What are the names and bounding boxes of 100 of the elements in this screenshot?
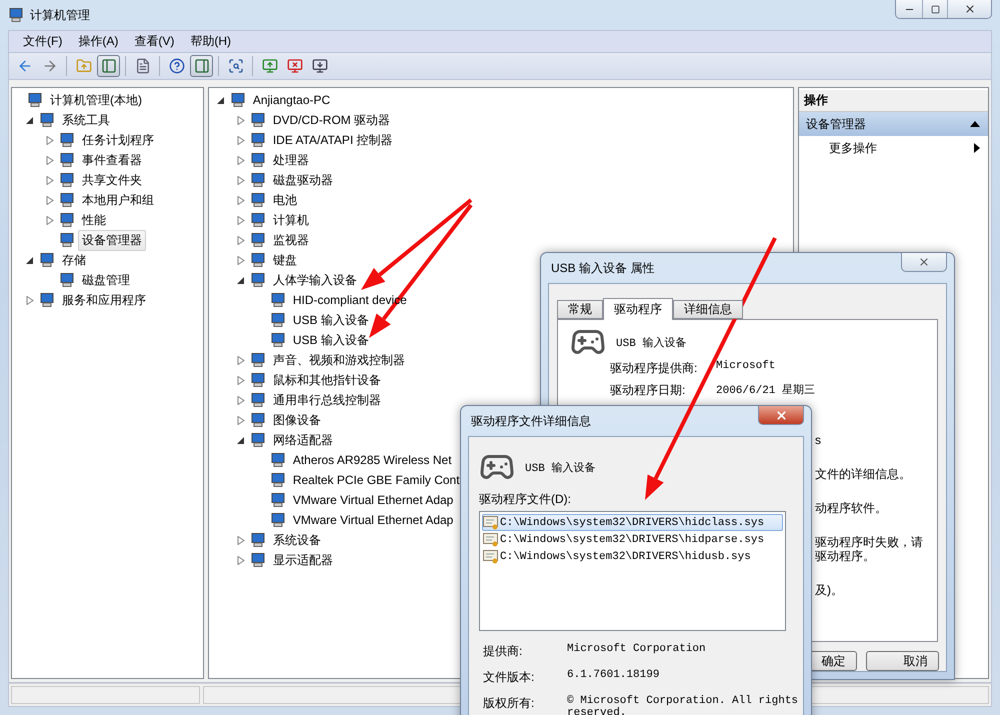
tree-item[interactable]: 磁盘管理: [78, 270, 134, 290]
tree-item[interactable]: 电池: [268, 190, 301, 210]
tree-item[interactable]: 系统工具: [58, 110, 114, 130]
tab[interactable]: 常规: [557, 300, 603, 320]
file-list[interactable]: C:\Windows\system32\DRIVERS\hidclass.sys C:\Windows\system32\DRIVERS\hidparse.sys C:\Windows\system32\DRIVERS\hidusb.sys: [479, 511, 786, 631]
collapsed-triangle-icon[interactable]: [236, 556, 245, 564]
tree-item[interactable]: 计算机管理(本地): [46, 90, 146, 110]
tree-item[interactable]: 服务和应用程序: [58, 290, 150, 310]
expanded-triangle-icon[interactable]: [216, 96, 225, 104]
monitor-up-arrow-icon: [262, 58, 278, 74]
collapsed-triangle-icon[interactable]: [236, 256, 245, 264]
tree-item[interactable]: 计算机: [268, 210, 313, 230]
console-tree-button[interactable]: [97, 55, 120, 77]
tree-item[interactable]: VMware Virtual Ethernet Adap: [288, 491, 458, 509]
collapsed-triangle-icon[interactable]: [46, 216, 54, 224]
tree-item[interactable]: 设备管理器: [78, 230, 146, 250]
file-row[interactable]: C:\Windows\system32\DRIVERS\hidparse.sys: [482, 531, 783, 548]
field-value: Microsoft: [716, 360, 776, 374]
computer-icon: [39, 252, 55, 268]
collapsed-triangle-icon[interactable]: [236, 416, 245, 424]
dialog-title: 驱动程序文件详细信息: [471, 412, 591, 430]
computer-icon: [250, 192, 266, 208]
computer-icon: [250, 372, 266, 388]
tree-item[interactable]: 监视器: [268, 230, 313, 250]
tree-item[interactable]: Realtek PCIe GBE Family Cont: [288, 471, 464, 489]
tree-item[interactable]: 鼠标和其他指针设备: [268, 370, 385, 390]
collapsed-triangle-icon[interactable]: [236, 116, 245, 124]
tree-item[interactable]: USB 输入设备: [288, 330, 373, 350]
action-item[interactable]: 更多操作: [799, 136, 988, 160]
computer-icon: [270, 332, 286, 348]
submenu-arrow-icon: [974, 143, 980, 153]
computer-icon: [270, 452, 286, 468]
tree-item[interactable]: 任务计划程序: [78, 130, 158, 150]
actions-section[interactable]: 设备管理器: [799, 112, 988, 136]
tree-item[interactable]: 键盘: [268, 250, 301, 270]
collapsed-triangle-icon[interactable]: [236, 236, 245, 244]
description-text: 驱动程序。: [815, 549, 876, 564]
tree-item[interactable]: Anjiangtao-PC: [248, 91, 334, 109]
tree-item[interactable]: 处理器: [268, 150, 313, 170]
expanded-triangle-icon[interactable]: [236, 436, 245, 444]
computer-icon: [250, 232, 266, 248]
collapsed-triangle-icon[interactable]: [46, 176, 54, 184]
menu-item[interactable]: 查看(V): [126, 33, 182, 50]
tree-item[interactable]: 网络适配器: [268, 430, 337, 450]
collapsed-triangle-icon[interactable]: [236, 376, 245, 384]
file-row[interactable]: C:\Windows\system32\DRIVERS\hidusb.sys: [482, 548, 783, 565]
collapsed-triangle-icon[interactable]: [236, 156, 245, 164]
tree-item[interactable]: 存储: [58, 250, 90, 270]
description-text: 动程序软件。: [815, 501, 888, 516]
maximize-button[interactable]: [922, 0, 947, 18]
tree-item[interactable]: IDE ATA/ATAPI 控制器: [268, 130, 397, 150]
tree-item[interactable]: 显示适配器: [268, 550, 337, 570]
collapsed-triangle-icon[interactable]: [46, 136, 54, 144]
expanded-triangle-icon[interactable]: [236, 276, 245, 284]
monitor-cross-icon: [286, 58, 302, 74]
menu-item[interactable]: 帮助(H): [182, 33, 239, 50]
close-button[interactable]: [901, 253, 947, 272]
dialog-button[interactable]: 取消: [866, 651, 939, 671]
tree-item[interactable]: USB 输入设备: [288, 310, 373, 330]
menu-item[interactable]: 文件(F): [15, 33, 70, 50]
expanded-triangle-icon[interactable]: [26, 256, 34, 264]
file-path: C:\Windows\system32\DRIVERS\hidusb.sys: [500, 550, 751, 562]
tree-item[interactable]: 磁盘驱动器: [268, 170, 337, 190]
computer-icon: [250, 152, 266, 168]
computer-icon: [230, 92, 246, 108]
menu-item[interactable]: 操作(A): [70, 33, 126, 50]
tree-item[interactable]: 声音、视频和游戏控制器: [268, 350, 409, 370]
collapsed-triangle-icon[interactable]: [236, 196, 245, 204]
tree-item[interactable]: 性能: [78, 210, 110, 230]
tree-item[interactable]: VMware Virtual Ethernet Adap: [288, 511, 458, 529]
collapsed-triangle-icon[interactable]: [26, 296, 34, 304]
collapsed-triangle-icon[interactable]: [46, 156, 54, 164]
tree-item[interactable]: 通用串行总线控制器: [268, 390, 385, 410]
tree-item[interactable]: DVD/CD-ROM 驱动器: [268, 110, 394, 130]
close-button[interactable]: [758, 406, 804, 425]
tree-item[interactable]: 共享文件夹: [78, 170, 146, 190]
tree-item[interactable]: 图像设备: [268, 410, 325, 430]
file-path: C:\Windows\system32\DRIVERS\hidparse.sys: [500, 534, 764, 546]
scan-search-icon: [228, 58, 244, 74]
computer-icon: [59, 152, 75, 168]
computer-icon: [250, 532, 266, 548]
collapsed-triangle-icon[interactable]: [236, 136, 245, 144]
close-button[interactable]: [947, 0, 991, 18]
tree-item[interactable]: 系统设备: [268, 530, 325, 550]
collapsed-triangle-icon[interactable]: [236, 176, 245, 184]
collapsed-triangle-icon[interactable]: [46, 196, 54, 204]
tab[interactable]: 详细信息: [673, 300, 743, 320]
collapsed-triangle-icon[interactable]: [236, 216, 245, 224]
tree-item[interactable]: 人体学输入设备: [268, 270, 361, 290]
file-row[interactable]: C:\Windows\system32\DRIVERS\hidclass.sys: [482, 514, 783, 531]
collapsed-triangle-icon[interactable]: [236, 356, 245, 364]
tree-item[interactable]: 本地用户和组: [78, 190, 158, 210]
collapsed-triangle-icon[interactable]: [236, 396, 245, 404]
collapsed-triangle-icon[interactable]: [236, 536, 245, 544]
expanded-triangle-icon[interactable]: [26, 116, 34, 124]
tree-item[interactable]: 事件查看器: [78, 150, 146, 170]
computer-icon: [270, 492, 286, 508]
action-pane-button[interactable]: [190, 55, 213, 77]
tab[interactable]: 驱动程序: [603, 298, 673, 320]
tree-item[interactable]: Atheros AR9285 Wireless Net: [288, 451, 456, 469]
